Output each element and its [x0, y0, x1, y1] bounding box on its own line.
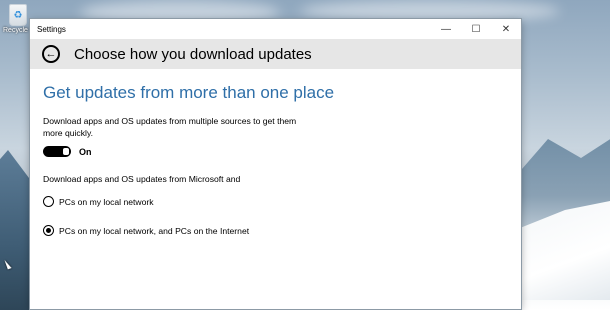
- desktop-icon-recycle-bin[interactable]: ♻ Recycle Bin: [3, 4, 40, 34]
- close-button[interactable]: ✕: [491, 19, 521, 39]
- delivery-optimization-toggle[interactable]: [43, 146, 71, 157]
- page-title: Choose how you download updates: [74, 45, 312, 63]
- recycle-bin-icon: ♻: [9, 4, 27, 26]
- toggle-knob: [63, 148, 69, 155]
- maximize-button[interactable]: ☐: [461, 19, 491, 39]
- minimize-button[interactable]: —: [431, 19, 461, 39]
- settings-window: Settings — ☐ ✕ ← Choose how you download…: [30, 19, 521, 309]
- radio-option-local-network[interactable]: PCs on my local network: [43, 196, 521, 207]
- window-controls: — ☐ ✕: [431, 19, 521, 39]
- radio-selected-dot: [46, 228, 51, 233]
- radio-button-icon[interactable]: [43, 196, 54, 207]
- window-title: Settings: [37, 24, 66, 34]
- window-titlebar[interactable]: Settings — ☐ ✕: [30, 19, 521, 39]
- section-title: Get updates from more than one place: [43, 83, 335, 102]
- page-header: ← Choose how you download updates: [30, 39, 521, 69]
- radio-label: PCs on my local network: [59, 196, 154, 207]
- radio-option-local-and-internet[interactable]: PCs on my local network, and PCs on the …: [43, 225, 521, 236]
- desktop-icon-label: Recycle Bin: [3, 27, 40, 34]
- radio-button-selected-icon[interactable]: [43, 225, 54, 236]
- section-description: Download apps and OS updates from multip…: [43, 116, 297, 138]
- settings-content: Get updates from more than one place Dow…: [30, 69, 521, 236]
- radio-label: PCs on my local network, and PCs on the …: [59, 225, 250, 236]
- source-prompt: Download apps and OS updates from Micros…: [43, 174, 241, 184]
- back-arrow-icon[interactable]: ←: [42, 45, 60, 63]
- toggle-state-label: On: [79, 146, 92, 157]
- delivery-optimization-toggle-row: On: [43, 146, 521, 157]
